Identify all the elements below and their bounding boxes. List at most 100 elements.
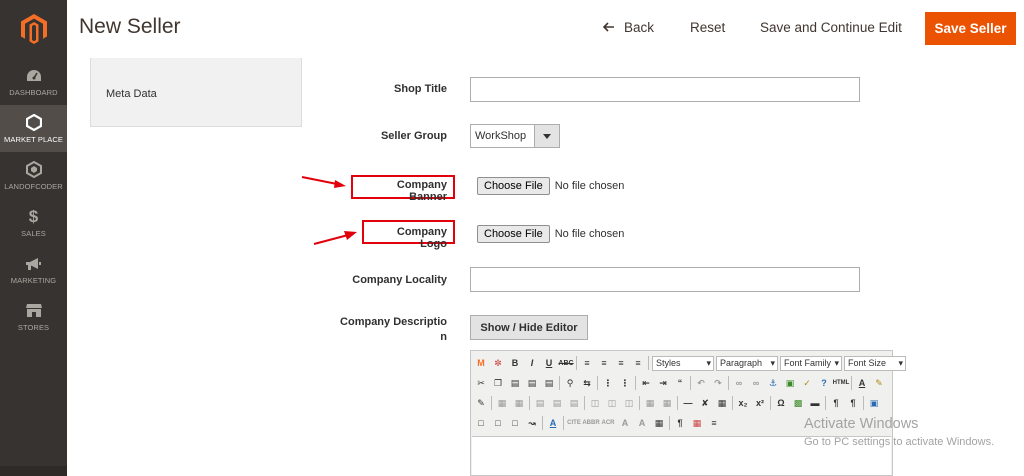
company-banner-choose-file-button[interactable]: Choose File	[477, 177, 550, 195]
seller-group-value: WorkShop	[475, 130, 527, 142]
delete-col-icon[interactable]: ◫	[622, 396, 636, 410]
find-icon[interactable]: ⚲	[563, 376, 577, 390]
company-logo-choose-file-button[interactable]: Choose File	[477, 225, 550, 243]
reset-button[interactable]: Reset	[690, 20, 725, 35]
strikethrough-icon[interactable]: ABC	[558, 356, 573, 370]
link-icon[interactable]: ∞	[732, 376, 746, 390]
sidebar-item-label: SALES	[21, 228, 46, 238]
sidebar-item-market-place[interactable]: MARKET PLACE	[0, 105, 67, 152]
help-icon[interactable]: ?	[817, 376, 831, 390]
paste-text-icon[interactable]: ▤	[525, 376, 539, 390]
background-color-icon[interactable]: ✎	[872, 376, 886, 390]
html-icon[interactable]: HTML	[833, 376, 850, 390]
outdent-icon[interactable]: ⇤	[639, 376, 653, 390]
align-left-icon[interactable]: ≡	[580, 356, 594, 370]
horizontal-rule-icon[interactable]: —	[681, 396, 695, 410]
split-cells-icon[interactable]: ▦	[643, 396, 657, 410]
arrow-left-icon	[602, 20, 615, 35]
anchor-icon[interactable]: ⚓	[766, 376, 780, 390]
merge-cells-icon[interactable]: ▦	[660, 396, 674, 410]
insert-table-icon[interactable]: ▦	[495, 396, 509, 410]
ltr-icon[interactable]: ¶	[829, 396, 843, 410]
megaphone-icon	[25, 255, 43, 273]
copy-icon[interactable]: ❐	[491, 376, 505, 390]
underline-icon[interactable]: U	[542, 356, 556, 370]
rtl-icon[interactable]: ¶	[846, 396, 860, 410]
back-button[interactable]: Back	[602, 20, 654, 35]
insert-date-icon[interactable]: ▬	[808, 396, 822, 410]
align-justify-icon[interactable]: ≡	[631, 356, 645, 370]
cite-icon[interactable]: CITE	[567, 416, 581, 430]
redo-icon[interactable]: ↷	[711, 376, 725, 390]
magento-widget-icon[interactable]: M	[474, 356, 488, 370]
variable-icon[interactable]: ✼	[491, 356, 505, 370]
company-locality-input[interactable]	[470, 267, 860, 292]
sidebar-item-marketing[interactable]: MARKETING	[0, 246, 67, 293]
indent-icon[interactable]: ⇥	[656, 376, 670, 390]
row-after-icon[interactable]: ▤	[550, 396, 564, 410]
font-family-dropdown[interactable]: Font Family ▾	[780, 355, 842, 371]
pilcrow-icon[interactable]: ¶	[673, 416, 687, 430]
sidebar-item-stores[interactable]: STORES	[0, 293, 67, 340]
seller-group-select[interactable]: WorkShop	[470, 124, 560, 148]
del-icon[interactable]: A	[618, 416, 632, 430]
media-icon[interactable]: ▩	[791, 396, 805, 410]
special-char-icon[interactable]: Ω	[774, 396, 788, 410]
shop-title-input[interactable]	[470, 77, 860, 102]
table-props-icon[interactable]: ▦	[512, 396, 526, 410]
paragraph-dropdown[interactable]: Paragraph ▾	[716, 355, 778, 371]
col-before-icon[interactable]: ◫	[588, 396, 602, 410]
visual-aid-icon[interactable]: ▦	[715, 396, 729, 410]
sidebar-item-dashboard[interactable]: DASHBOARD	[0, 58, 67, 105]
image-icon[interactable]: ▣	[783, 376, 797, 390]
sidebar-item-label: MARKET PLACE	[4, 134, 63, 144]
text-color-icon[interactable]: A	[855, 376, 869, 390]
move-forward-icon[interactable]: □	[491, 416, 505, 430]
row-before-icon[interactable]: ▤	[533, 396, 547, 410]
abbr-icon[interactable]: ABBR	[582, 416, 599, 430]
company-banner-file-status: No file chosen	[554, 180, 625, 192]
paste-icon[interactable]: ▤	[508, 376, 522, 390]
cut-icon[interactable]: ✂	[474, 376, 488, 390]
sidebar-item-label: DASHBOARD	[9, 87, 58, 97]
sidebar-item-landofcoder[interactable]: LANDOFCODER	[0, 152, 67, 199]
styles-dropdown[interactable]: Styles ▾	[652, 355, 714, 371]
bullet-list-icon[interactable]: ⋮	[601, 376, 615, 390]
tab-meta-data[interactable]: Meta Data	[106, 88, 157, 100]
align-center-icon[interactable]: ≡	[597, 356, 611, 370]
cleanup-icon[interactable]: ✓	[800, 376, 814, 390]
bold-icon[interactable]: B	[508, 356, 522, 370]
unlink-icon[interactable]: ∞	[749, 376, 763, 390]
absolute-icon[interactable]: ↝	[525, 416, 539, 430]
italic-icon[interactable]: I	[525, 356, 539, 370]
subscript-icon[interactable]: x₂	[736, 396, 750, 410]
pagebreak-icon[interactable]: ≡	[707, 416, 721, 430]
save-seller-button[interactable]: Save Seller	[925, 12, 1016, 45]
move-backward-icon[interactable]: □	[508, 416, 522, 430]
fullscreen-icon[interactable]: ▣	[867, 396, 881, 410]
replace-icon[interactable]: ⇆	[580, 376, 594, 390]
remove-format-icon[interactable]: ✘	[698, 396, 712, 410]
delete-row-icon[interactable]: ▤	[567, 396, 581, 410]
superscript-icon[interactable]: x²	[753, 396, 767, 410]
ins-icon[interactable]: A	[635, 416, 649, 430]
sidebar-item-sales[interactable]: $ SALES	[0, 199, 67, 246]
undo-icon[interactable]: ↶	[694, 376, 708, 390]
align-right-icon[interactable]: ≡	[614, 356, 628, 370]
attribs-icon[interactable]: ▦	[652, 416, 666, 430]
blockquote-icon[interactable]: “	[673, 376, 687, 390]
paste-word-icon[interactable]: ▤	[542, 376, 556, 390]
insert-layer-icon[interactable]: □	[474, 416, 488, 430]
chevron-down-icon: ▾	[770, 357, 775, 368]
col-after-icon[interactable]: ◫	[605, 396, 619, 410]
magento-logo[interactable]	[0, 0, 67, 58]
template-icon[interactable]: ▦	[690, 416, 704, 430]
show-hide-editor-button[interactable]: Show / Hide Editor	[470, 315, 588, 340]
styleprops-icon[interactable]: A	[546, 416, 560, 430]
seller-group-label: Seller Group	[380, 130, 447, 142]
save-and-continue-button[interactable]: Save and Continue Edit	[760, 20, 902, 35]
acronym-icon[interactable]: ACR	[601, 416, 615, 430]
font-size-dropdown[interactable]: Font Size ▾	[844, 355, 906, 371]
edit-css-icon[interactable]: ✎	[474, 396, 488, 410]
numbered-list-icon[interactable]: ⋮	[618, 376, 632, 390]
